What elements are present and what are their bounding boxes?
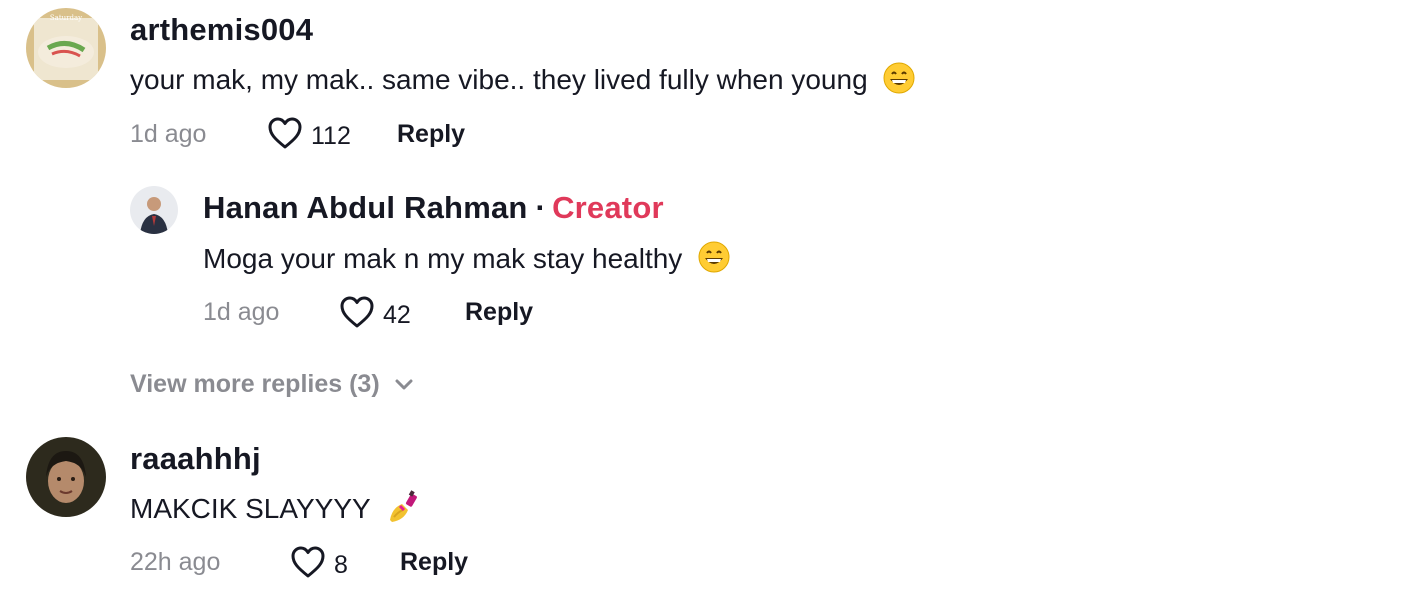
comment-text: MAKCIK SLAYYYY [130, 490, 420, 531]
comment-username[interactable]: raaahhhj [130, 441, 261, 477]
heart-icon [290, 545, 326, 586]
reply-button[interactable]: Reply [400, 548, 468, 577]
separator-dot: · [535, 190, 547, 225]
comment-time: 22h ago [130, 548, 221, 576]
grinning-face-icon [883, 62, 915, 101]
avatar-caption: Saturday [50, 14, 82, 22]
grinning-face-icon [698, 241, 730, 280]
view-more-label: View more replies (3) [130, 370, 380, 398]
reply-username-line: Hanan Abdul Rahman · Creator [203, 190, 664, 226]
reply-time: 1d ago [203, 298, 280, 326]
nail-polish-icon [386, 490, 420, 531]
view-more-replies-button[interactable]: View more replies (3) [130, 370, 414, 399]
chevron-down-icon [394, 370, 414, 399]
avatar-arthemis004[interactable]: Saturday [26, 8, 106, 88]
like-count: 8 [334, 551, 348, 579]
avatar-hanan-abdul-rahman[interactable] [130, 186, 178, 234]
reply-text-content: Moga your mak n my mak stay healthy [203, 242, 683, 274]
like-button[interactable]: 8 [290, 545, 348, 586]
heart-icon [267, 116, 303, 157]
comment-text: your mak, my mak.. same vibe.. they live… [130, 62, 915, 101]
reply-text: Moga your mak n my mak stay healthy [203, 241, 730, 280]
like-button[interactable]: 112 [267, 116, 351, 157]
creator-badge: Creator [552, 190, 664, 225]
comment-text-content: MAKCIK SLAYYYY [130, 492, 371, 524]
comment-time: 1d ago [130, 120, 207, 148]
avatar-raaahhhj[interactable] [26, 437, 106, 517]
reply-username[interactable]: Hanan Abdul Rahman [203, 190, 528, 225]
reply-button[interactable]: Reply [397, 120, 465, 149]
heart-icon [339, 295, 375, 336]
comment-text-content: your mak, my mak.. same vibe.. they live… [130, 63, 868, 95]
like-count: 42 [383, 301, 411, 329]
like-count: 112 [311, 122, 351, 150]
reply-button[interactable]: Reply [465, 298, 533, 327]
comment-username[interactable]: arthemis004 [130, 12, 313, 48]
like-button[interactable]: 42 [339, 295, 411, 336]
